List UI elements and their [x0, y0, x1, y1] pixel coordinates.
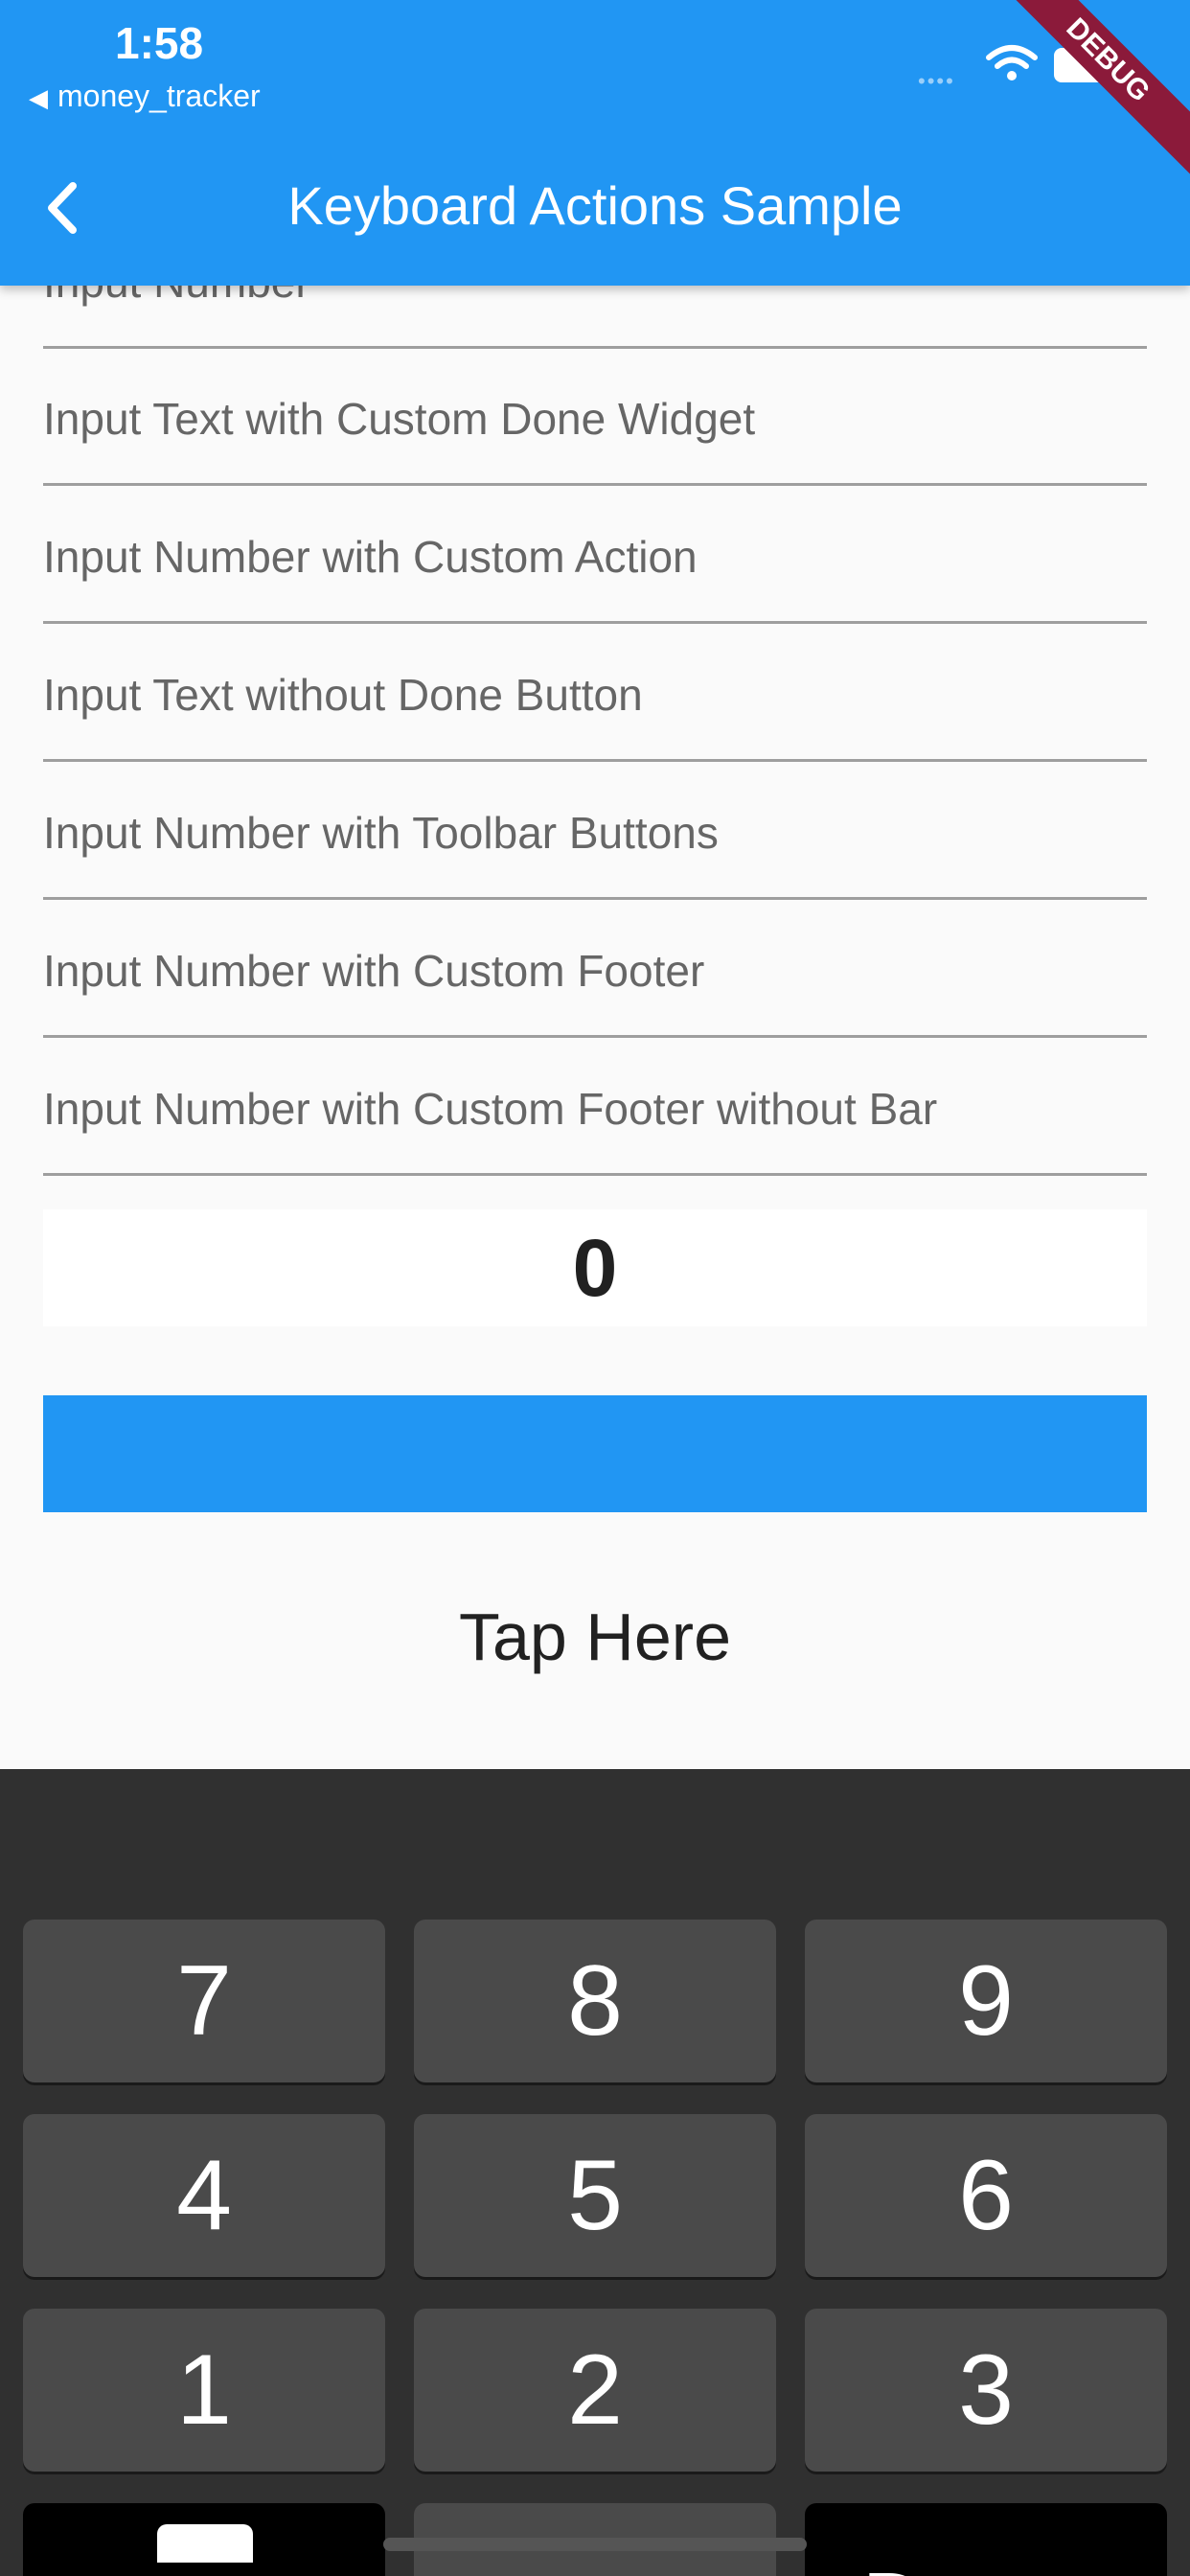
field-label: Input Number	[43, 286, 310, 308]
back-app-name: money_tracker	[57, 79, 261, 113]
key-6[interactable]: 6	[805, 2114, 1167, 2277]
done-key-label: D	[862, 2522, 925, 2576]
key-8[interactable]: 8	[414, 1920, 776, 2082]
counter-display[interactable]: 0	[43, 1209, 1147, 1326]
field-label: Input Number with Custom Footer without …	[43, 1084, 938, 1134]
key-5[interactable]: 5	[414, 2114, 776, 2277]
field-label: Input Number with Toolbar Buttons	[43, 808, 719, 858]
page-title: Keyboard Actions Sample	[287, 175, 903, 236]
home-indicator[interactable]	[383, 2538, 807, 2551]
numeric-keypad: 7 8 9 4 5 6 1 2 3 D	[0, 1769, 1190, 2576]
key-1[interactable]: 1	[23, 2309, 385, 2472]
key-4[interactable]: 4	[23, 2114, 385, 2277]
blue-action-button[interactable]	[43, 1395, 1147, 1512]
field-label: Input Text with Custom Done Widget	[43, 394, 756, 444]
field-input-text-custom-done[interactable]: Input Text with Custom Done Widget	[43, 346, 1147, 486]
key-2[interactable]: 2	[414, 2309, 776, 2472]
field-label: Input Text without Done Button	[43, 670, 643, 720]
signal-icon: ••••	[918, 69, 955, 93]
form-list: Input Number Input Text with Custom Done…	[0, 286, 1190, 1769]
debug-banner: DEBUG	[990, 0, 1190, 178]
field-input-number-toolbar-buttons[interactable]: Input Number with Toolbar Buttons	[43, 760, 1147, 900]
field-input-text-no-done[interactable]: Input Text without Done Button	[43, 622, 1147, 762]
back-to-app-link[interactable]: ◀ money_tracker	[29, 79, 261, 114]
field-input-number-custom-footer[interactable]: Input Number with Custom Footer	[43, 898, 1147, 1038]
status-time: 1:58	[115, 18, 204, 68]
wifi-icon	[986, 45, 1038, 80]
key-3[interactable]: 3	[805, 2309, 1167, 2472]
key-9[interactable]: 9	[805, 1920, 1167, 2082]
key-done-partial[interactable]: D	[805, 2503, 1167, 2576]
app-bar: 1:58 ◀ money_tracker •••• DEBUG Keyboard …	[0, 0, 1190, 286]
field-input-number-custom-footer-no-bar[interactable]: Input Number with Custom Footer without …	[43, 1036, 1147, 1176]
field-input-number-custom-action[interactable]: Input Number with Custom Action	[43, 484, 1147, 624]
field-label: Input Number with Custom Action	[43, 532, 698, 582]
field-input-number[interactable]: Input Number	[43, 286, 1147, 349]
back-triangle-icon: ◀	[29, 83, 48, 112]
key-symbol-partial[interactable]	[23, 2503, 385, 2576]
field-label: Input Number with Custom Footer	[43, 946, 705, 996]
keyboard-switch-icon	[157, 2524, 253, 2563]
tap-here-text[interactable]: Tap Here	[0, 1598, 1190, 1675]
key-7[interactable]: 7	[23, 1920, 385, 2082]
